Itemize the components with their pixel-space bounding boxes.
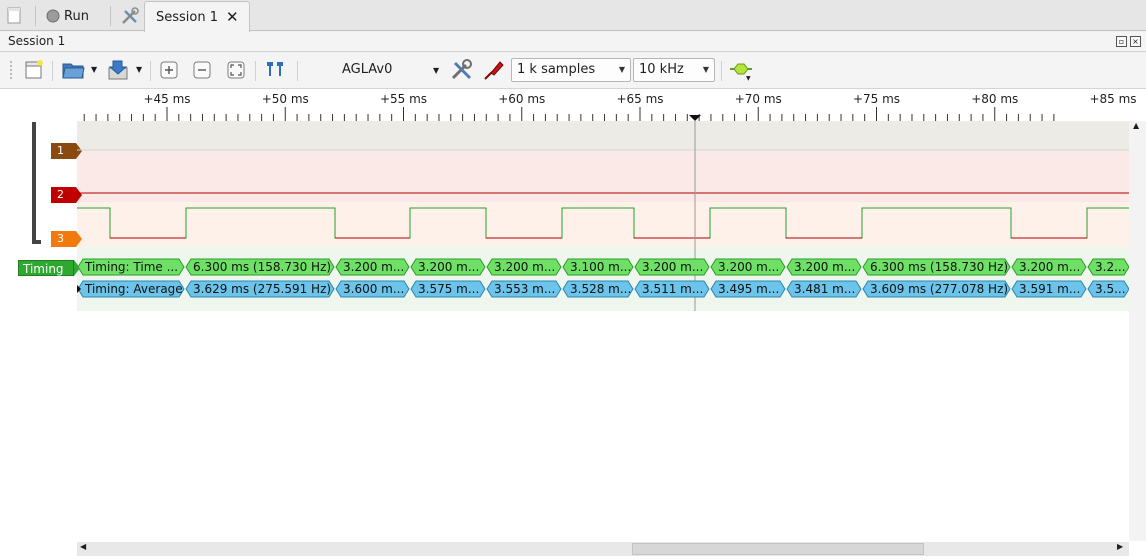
ruler-tick-label: +75 ms bbox=[852, 92, 901, 106]
annotation-text: 3.629 ms (275.591 Hz) bbox=[193, 282, 331, 296]
annotation-text: 3.200 m... bbox=[494, 260, 555, 274]
toolbar-grip bbox=[10, 61, 12, 79]
annotation-text: 3.553 m... bbox=[494, 282, 555, 296]
scroll-right-icon[interactable]: ▶ bbox=[1117, 542, 1123, 551]
annotation-text: 3.200 m... bbox=[794, 260, 855, 274]
annotation-text: 3.2... bbox=[1095, 260, 1126, 274]
annotation-text: 3.5... bbox=[1095, 282, 1126, 296]
annotation-text: 3.600 m... bbox=[343, 282, 404, 296]
cursor-icon[interactable] bbox=[264, 60, 288, 80]
samplerate-combo[interactable]: 10 kHz ▼ bbox=[633, 58, 715, 82]
scroll-left-icon[interactable]: ◀ bbox=[80, 542, 86, 551]
tab-separator bbox=[35, 6, 36, 26]
device-config-icon[interactable] bbox=[450, 58, 474, 82]
annotation-text: 3.200 m... bbox=[418, 260, 479, 274]
pulseview-window: Run Session 1 ✕ Session 1 ▫ × ▼ ▼ AGLAv0… bbox=[0, 0, 1146, 560]
toolbar-separator bbox=[150, 61, 151, 81]
annotation-text: 3.591 m... bbox=[1019, 282, 1080, 296]
device-selector[interactable]: AGLAv0 bbox=[342, 62, 392, 77]
samples-value: 1 k samples bbox=[517, 62, 596, 77]
signal-view: 1 2 3 Timing Timing: Time ... 6.300 ms (1… bbox=[0, 121, 1146, 560]
chevron-down-icon[interactable]: ▼ bbox=[433, 66, 439, 75]
annotation-text: 3.200 m... bbox=[1019, 260, 1080, 274]
chevron-down-icon: ▼ bbox=[702, 65, 709, 74]
zoom-in-icon[interactable] bbox=[160, 61, 179, 80]
toolbar-separator bbox=[255, 61, 256, 81]
zoom-out-icon[interactable] bbox=[193, 61, 212, 80]
horizontal-scrollbar[interactable]: ◀ ▶ bbox=[77, 542, 1129, 556]
ruler-tick-label: +80 ms bbox=[971, 92, 1019, 106]
chevron-down-icon[interactable]: ▼ bbox=[746, 75, 751, 82]
ruler-tick-label: +70 ms bbox=[734, 92, 782, 106]
open-folder-icon[interactable] bbox=[62, 59, 86, 81]
run-button[interactable]: Run bbox=[46, 3, 89, 29]
waveform-canvas[interactable]: Timing: Time ... 6.300 ms (158.730 Hz) 3.2… bbox=[0, 121, 1129, 313]
ruler-tick-label: +65 ms bbox=[616, 92, 664, 106]
ruler-tick-label: +60 ms bbox=[498, 92, 546, 106]
annotation-text: 3.481 m... bbox=[794, 282, 855, 296]
zoom-fit-icon[interactable] bbox=[227, 61, 246, 80]
toolbar-separator bbox=[721, 61, 722, 81]
annotation-text: 6.300 ms (158.730 Hz) bbox=[870, 260, 1008, 274]
annotation-text: 3.100 m... bbox=[570, 260, 631, 274]
chevron-down-icon[interactable]: ▼ bbox=[136, 65, 142, 74]
tab-session-label: Session 1 bbox=[156, 9, 219, 25]
samples-combo[interactable]: 1 k samples ▼ bbox=[511, 58, 631, 82]
annotation-text: 6.300 ms (158.730 Hz) bbox=[193, 260, 331, 274]
undock-icon[interactable]: ▫ bbox=[1116, 36, 1127, 47]
close-icon[interactable]: ✕ bbox=[226, 8, 239, 26]
annotation-text: 3.200 m... bbox=[343, 260, 404, 274]
ruler-tick-label: +55 ms bbox=[379, 92, 428, 106]
annotation-text: 3.528 m... bbox=[570, 282, 631, 296]
channel-3-trace bbox=[77, 207, 1129, 239]
settings-button[interactable] bbox=[120, 3, 140, 29]
session-title: Session 1 bbox=[8, 34, 66, 48]
save-icon[interactable] bbox=[107, 58, 131, 82]
main-toolbar: ▼ ▼ AGLAv0 ▼ 1 k samples ▼ 10 kHz ▼ ▼ bbox=[0, 53, 1146, 89]
scrollbar-handle[interactable] bbox=[632, 543, 924, 555]
close-panel-icon[interactable]: × bbox=[1130, 36, 1141, 47]
new-session-button[interactable] bbox=[6, 3, 22, 29]
annotation-text: 3.200 m... bbox=[718, 260, 779, 274]
samplerate-value: 10 kHz bbox=[639, 62, 684, 77]
chevron-down-icon: ▼ bbox=[618, 65, 625, 74]
annotation-text: 3.609 ms (277.078 Hz) bbox=[870, 282, 1008, 296]
chevron-down-icon[interactable]: ▼ bbox=[91, 65, 97, 74]
tab-session-1[interactable]: Session 1 ✕ bbox=[144, 1, 250, 32]
annotation-text: 3.495 m... bbox=[718, 282, 779, 296]
tab-bar: Run Session 1 ✕ bbox=[0, 0, 1146, 32]
tools-icon bbox=[122, 7, 139, 24]
ruler-tick-label: +45 ms bbox=[143, 92, 191, 106]
tab-separator bbox=[110, 6, 111, 26]
toolbar-separator bbox=[297, 61, 298, 81]
annotation-text: 3.575 m... bbox=[418, 282, 479, 296]
probe-icon[interactable] bbox=[482, 58, 506, 82]
run-circle-icon bbox=[46, 9, 60, 23]
run-label: Run bbox=[64, 8, 89, 24]
vertical-scrollbar[interactable]: ▲ bbox=[1129, 121, 1146, 541]
document-icon bbox=[7, 7, 21, 24]
ruler-tick-label: +50 ms bbox=[261, 92, 309, 106]
new-view-icon[interactable] bbox=[24, 59, 44, 81]
scroll-up-icon[interactable]: ▲ bbox=[1133, 121, 1139, 130]
toolbar-separator bbox=[52, 61, 53, 81]
session-header: Session 1 ▫ × bbox=[0, 32, 1146, 52]
annotation-text: 3.511 m... bbox=[642, 282, 703, 296]
annotation-text: 3.200 m... bbox=[642, 260, 703, 274]
annotation-text: Timing: Average bbox=[84, 282, 183, 296]
ruler-tick-label: +85 ms bbox=[1089, 92, 1137, 106]
time-ruler: +45 ms +50 ms +55 ms +60 ms +65 ms +70 ms +75 … bbox=[0, 89, 1146, 121]
annotation-text: Timing: Time ... bbox=[84, 260, 178, 274]
